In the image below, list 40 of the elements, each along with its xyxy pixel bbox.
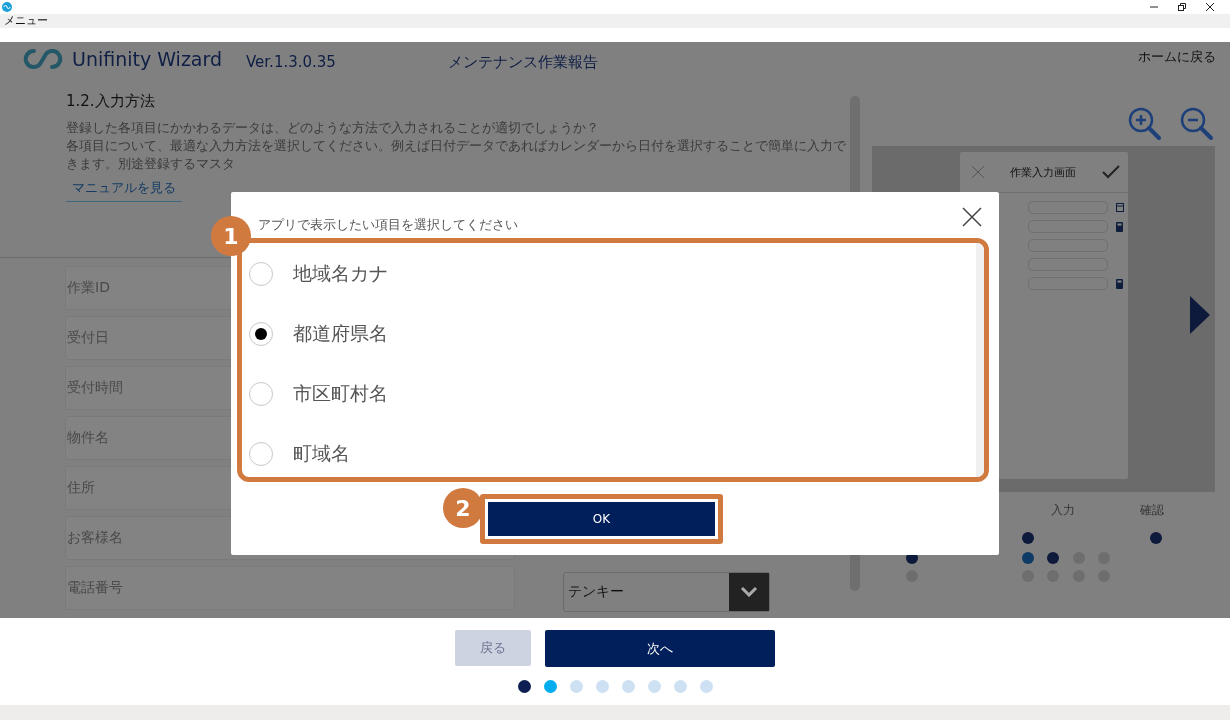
version-label: Ver.1.3.0.35 [246,53,337,71]
home-link[interactable]: ホームに戻る [1138,48,1216,66]
field-label: 物件名 [67,429,109,447]
step-label: 確認 [1140,502,1164,519]
calculator-icon [1116,221,1123,232]
step-badge: 1 [211,216,251,256]
field-label: 電話番号 [67,579,123,597]
minimize-icon[interactable] [1150,3,1158,11]
calculator-icon [1116,278,1123,289]
screen-title: 作業入力画面 [1010,164,1076,180]
radio-icon[interactable] [249,321,273,346]
close-icon[interactable] [1206,3,1214,11]
input-type-dropdown[interactable]: テンキー [563,572,770,612]
zoom-in-icon[interactable] [1127,106,1163,142]
next-button[interactable]: 次へ [545,630,775,667]
page-title: メンテナンス作業報告 [448,52,598,72]
step-badge: 2 [443,488,483,528]
dropdown-toggle[interactable] [729,573,769,611]
close-icon[interactable] [962,207,982,227]
restore-icon[interactable] [1178,3,1186,11]
zoom-out-icon[interactable] [1179,106,1215,142]
radio-option[interactable]: 都道府県名 [242,302,976,365]
checkmark-icon [1102,165,1120,179]
radio-icon[interactable] [249,261,273,286]
radio-icon[interactable] [249,441,273,466]
ok-button[interactable]: OK [488,502,715,536]
radio-option[interactable]: 町域名 [242,422,976,477]
next-arrow-icon[interactable] [1190,296,1210,334]
close-icon [972,166,984,178]
radio-icon[interactable] [249,381,273,406]
field-label: 受付日 [67,329,109,347]
section-heading: 1.2.入力方法 [66,92,156,111]
calendar-icon [1116,203,1124,212]
dialog-title: アプリで表示したい項目を選択してください [258,216,518,234]
field-label: 受付時間 [67,379,123,397]
app-name: Unifinity Wizard [72,48,224,70]
radio-option[interactable]: 市区町村名 [242,362,976,425]
chevron-down-icon [740,587,758,597]
step-label: 入力 [1051,502,1075,519]
menu-item[interactable]: メニュー [4,14,48,28]
